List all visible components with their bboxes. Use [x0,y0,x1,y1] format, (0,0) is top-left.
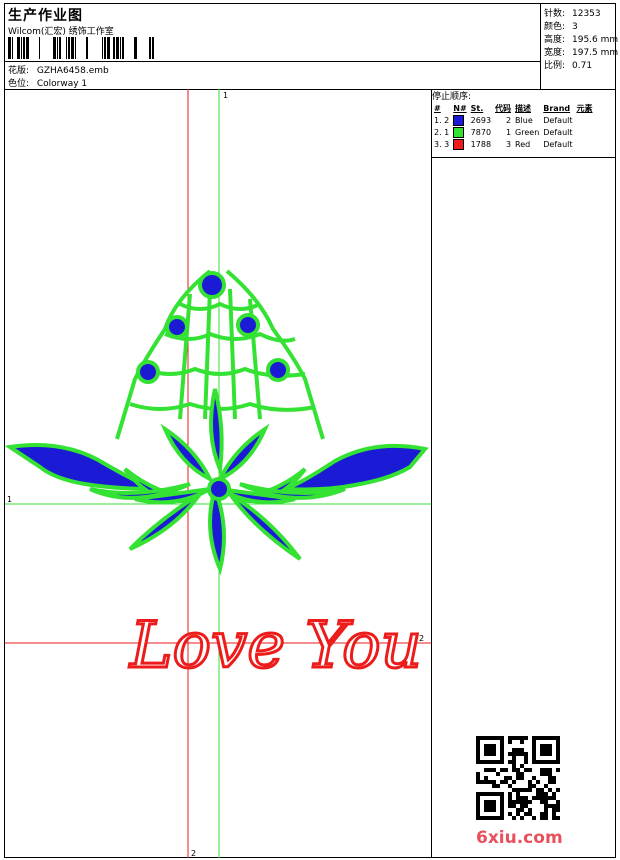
colorway-value: Colorway 1 [36,79,88,89]
table-row: 2. 1 7870 1 Green Default [432,126,595,138]
flower-center [207,477,231,501]
table-header: # N# St. 代码 描述 Brand 元素 [432,102,595,114]
page-title: 生产作业图 [8,8,83,24]
design-canvas: 1 1 2 2 Love You [5,89,432,858]
barcode [8,37,154,59]
col-header: St. [470,103,484,113]
col-header: N# [453,103,467,113]
stat-stitches: 针数: 12353 [544,9,601,19]
color-swatch [453,126,465,138]
col-header: 代码 [495,103,512,113]
colorway-label: 色位: [8,79,30,89]
row-code: 2 [505,115,512,125]
row-element [575,138,595,150]
stat-colors: 颜色: 3 [544,22,578,32]
row-number: 3. 3 [434,139,450,149]
love-you-lettering: Love You [129,609,422,683]
row-desc: Blue [515,115,533,125]
design-file-value: GZHA6458.emb [36,66,109,76]
guide-label-green-h: 1 [7,495,12,504]
guide-label-red-v: 2 [191,849,196,858]
color-swatch [453,138,465,150]
row-desc: Green [515,127,540,137]
blue-circle-motifs [136,271,290,384]
row-stitches: 7870 [470,127,492,137]
panel-divider [431,157,615,158]
row-brand: Default [543,139,573,149]
row-brand: Default [543,127,573,137]
row-desc: Red [515,139,531,149]
row-element [575,126,595,138]
watermark-logo: 6xiu.com [476,828,563,848]
row-stitches: 1788 [470,139,492,149]
color-swatch [453,114,465,126]
qr-code [476,736,560,820]
design-file-label: 花版: [8,66,30,76]
row-swatch [451,126,468,138]
stat-height: 高度: 195.6 mm [544,35,619,45]
table-row: 1. 2 2693 2 Blue Default [432,114,595,126]
company-name: Wilcom(汇宏) 绣饰工作室 [8,27,114,37]
production-sheet: 生产作业图 Wilcom(汇宏) 绣饰工作室 花版: GZHA6458.emb … [4,3,619,858]
guide-label-green-v: 1 [223,91,228,100]
stat-scale: 比例: 0.71 [544,61,593,71]
row-number: 1. 2 [434,115,450,125]
col-header: # [434,103,441,113]
col-header: 元素 [576,103,593,113]
col-header: Brand [543,103,571,113]
sheet-header: 生产作业图 Wilcom(汇宏) 绣饰工作室 花版: GZHA6458.emb … [5,4,619,90]
row-element [575,114,595,126]
row-swatch [451,114,468,126]
row-number: 2. 1 [434,127,450,137]
row-brand: Default [543,115,573,125]
row-code: 3 [505,139,512,149]
table-row: 3. 3 1788 3 Red Default [432,138,595,150]
header-divider [5,61,541,62]
embroidery-preview: 1 1 2 2 Love You [5,89,431,858]
row-stitches: 2693 [470,115,492,125]
row-code: 1 [505,127,512,137]
col-header: 描述 [515,103,532,113]
color-sequence-table: # N# St. 代码 描述 Brand 元素 1. 2 2693 2 Blue Def… [432,102,595,150]
colorway-row: 色位: Colorway 1 [8,76,87,89]
design-file-row: 花版: GZHA6458.emb [8,63,109,76]
stop-sequence-title: 停止顺序: [432,92,472,102]
stat-width: 宽度: 197.5 mm [544,48,619,58]
row-swatch [451,138,468,150]
design-stats: 针数: 12353 颜色: 3 高度: 195.6 mm 宽度: 197.5 mm 比例… [540,4,619,89]
